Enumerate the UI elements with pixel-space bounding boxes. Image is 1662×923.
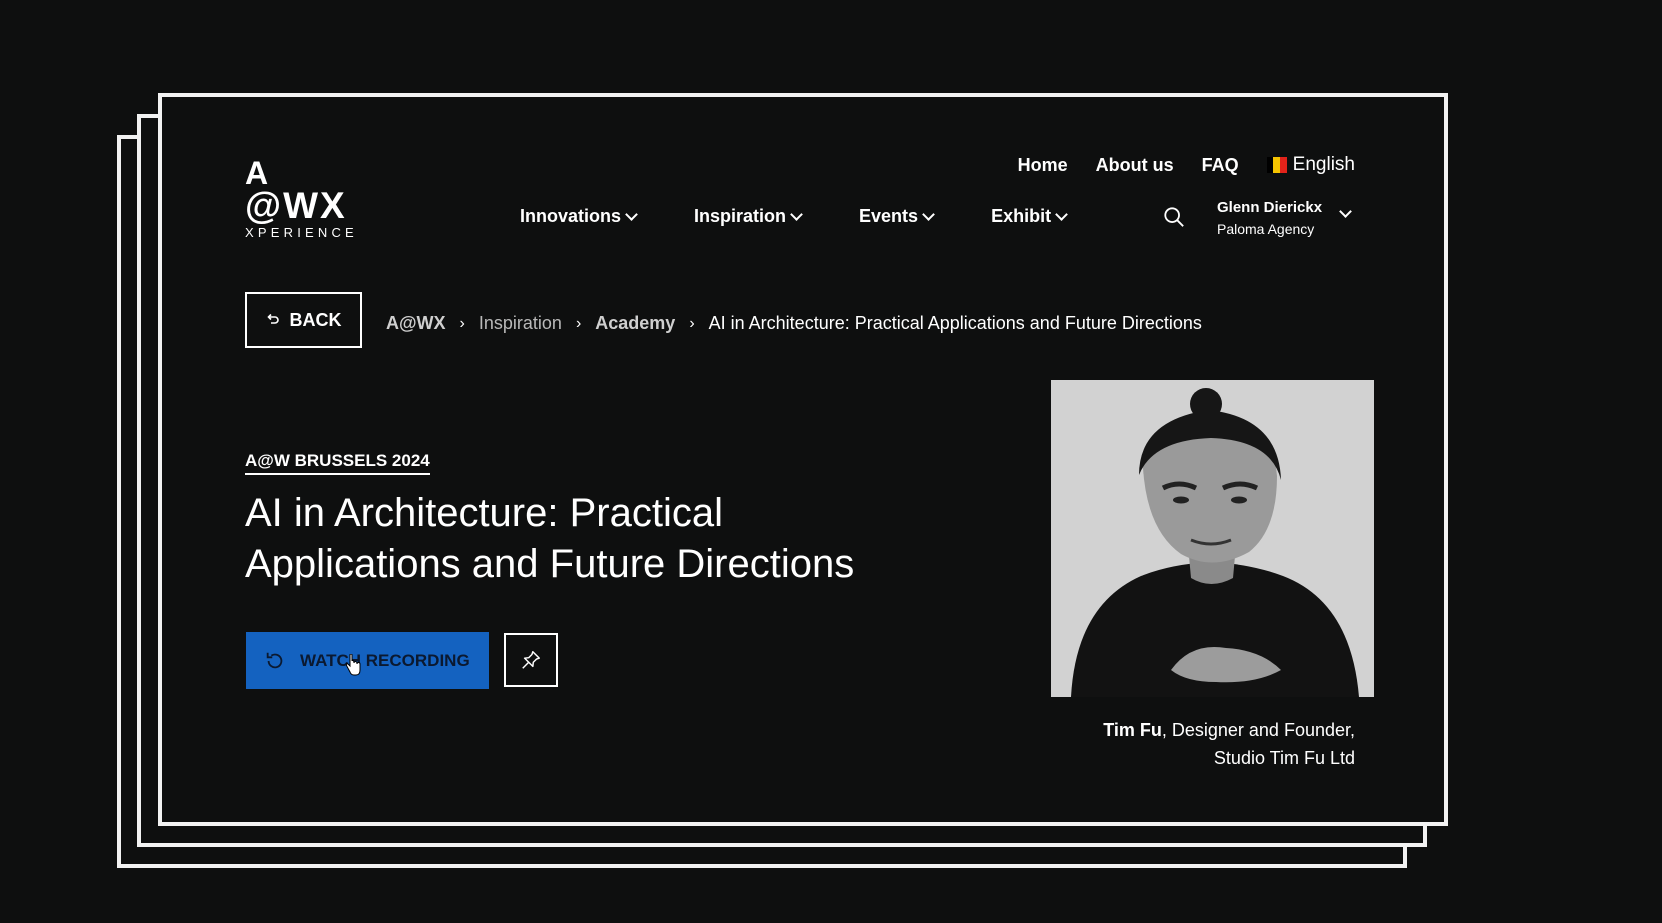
speaker-caption: Tim Fu, Designer and Founder, Studio Tim…: [1103, 716, 1355, 772]
nav-innovations[interactable]: Innovations: [520, 206, 638, 227]
speaker-company: Studio Tim Fu Ltd: [1213, 748, 1355, 768]
main-nav: Innovations Inspiration Events Exhibit: [520, 206, 1124, 227]
logo-line-2: @WX: [245, 185, 347, 226]
breadcrumb-academy[interactable]: Academy: [595, 313, 675, 334]
nav-inspiration[interactable]: Inspiration: [694, 206, 803, 227]
nav-faq[interactable]: FAQ: [1202, 155, 1239, 176]
nav-home[interactable]: Home: [1018, 155, 1068, 176]
breadcrumb-home[interactable]: A@WX: [386, 313, 446, 334]
chevron-down-icon: [922, 208, 935, 221]
nav-about-us[interactable]: About us: [1096, 155, 1174, 176]
site-logo[interactable]: A @WX XPERIENCE: [245, 155, 365, 240]
back-arrow-icon: [266, 313, 279, 324]
pin-button[interactable]: [504, 633, 558, 687]
speaker-line-1: Tim Fu, Designer and Founder,: [1103, 716, 1355, 744]
logo-line-1: A: [245, 155, 269, 191]
speaker-portrait: [1051, 380, 1374, 697]
top-nav: Home About us FAQ English: [1018, 154, 1355, 176]
nav-exhibit[interactable]: Exhibit: [991, 206, 1068, 227]
nav-inspiration-label: Inspiration: [694, 206, 787, 226]
chevron-down-icon: [625, 208, 638, 221]
user-menu[interactable]: Glenn Dierickx Paloma Agency: [1217, 197, 1322, 239]
speaker-name: Tim Fu: [1103, 720, 1162, 740]
breadcrumb-current: AI in Architecture: Practical Applicatio…: [708, 313, 1202, 333]
watch-recording-button[interactable]: WATCH RECORDING: [246, 632, 489, 689]
speaker-role: , Designer and Founder,: [1161, 720, 1355, 740]
pin-icon: [522, 651, 540, 669]
event-label[interactable]: A@W BRUSSELS 2024: [245, 451, 430, 475]
chevron-down-icon: [1055, 208, 1068, 221]
search-icon[interactable]: [1163, 206, 1185, 228]
chevron-right-icon: ›: [575, 314, 582, 332]
cursor-hand-icon: [345, 654, 361, 676]
chevron-right-icon: ›: [459, 314, 465, 332]
language-label: English: [1292, 154, 1355, 175]
chevron-down-icon: [790, 208, 803, 221]
back-label: BACK: [289, 309, 342, 330]
replay-icon: [266, 652, 283, 668]
watch-recording-label: WATCH RECORDING: [300, 650, 470, 670]
user-name: Glenn Dierickx: [1217, 199, 1323, 216]
nav-events-label: Events: [859, 206, 919, 226]
breadcrumb: A@WX › Inspiration › Academy › AI in Arc…: [386, 313, 1202, 334]
nav-exhibit-label: Exhibit: [991, 206, 1052, 226]
chevron-right-icon: ›: [689, 314, 695, 332]
page-title: AI in Architecture: Practical Applicatio…: [245, 491, 855, 586]
nav-innovations-label: Innovations: [520, 206, 622, 226]
language-selector[interactable]: English: [1266, 154, 1355, 176]
nav-events[interactable]: Events: [859, 206, 935, 227]
belgium-flag-icon: [1266, 157, 1287, 173]
back-button[interactable]: BACK: [245, 292, 362, 348]
breadcrumb-inspiration[interactable]: Inspiration: [479, 313, 562, 334]
logo-line-3: XPERIENCE: [245, 225, 358, 240]
user-org: Paloma Agency: [1217, 221, 1315, 237]
